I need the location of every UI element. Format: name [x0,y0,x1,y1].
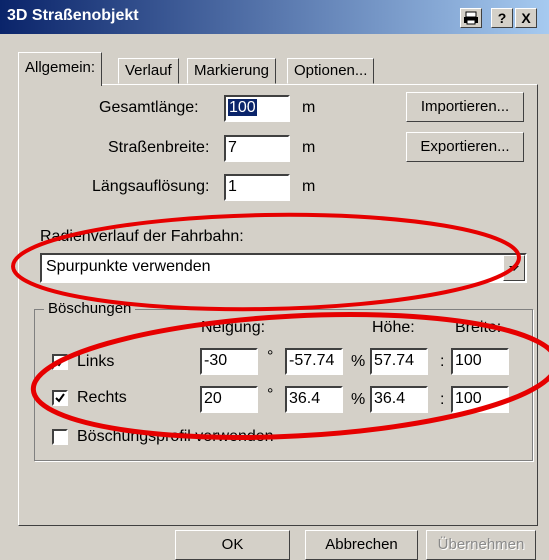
height-header: Höhe: [372,319,415,336]
width-header: Breite: [455,319,502,336]
resolution-unit: m [302,178,316,195]
chevron-down-icon[interactable] [503,255,525,281]
road-width-input[interactable]: 7 [224,135,290,162]
rechts-slope-deg-input[interactable]: 20 [200,386,258,413]
road-width-label: Straßenbreite: [108,139,210,156]
links-height-input[interactable]: 57.74 [370,348,428,375]
close-button[interactable]: X [515,8,537,28]
embankments-title: Böschungen [44,300,136,317]
profile-checkbox[interactable] [52,429,68,445]
radius-select-value: Spurpunkte verwenden [46,258,211,275]
rechts-checkbox[interactable] [52,390,68,406]
rechts-width-input[interactable]: 100 [451,386,509,413]
links-colon: : [440,353,445,370]
links-checkbox[interactable] [52,354,68,370]
tab-verlauf[interactable]: Verlauf [118,58,179,84]
window-title: 3D Straßenobjekt [7,7,139,24]
rechts-height-input[interactable]: 36.4 [370,386,428,413]
resolution-input[interactable]: 1 [224,174,290,201]
road-width-unit: m [302,139,316,156]
total-length-label: Gesamtlänge: [99,99,199,116]
tab-allgemein[interactable]: Allgemein: [18,52,103,86]
radius-label: Radienverlauf der Fahrbahn: [40,228,244,245]
cancel-button[interactable]: Abbrechen [305,530,418,560]
printer-icon[interactable] [460,8,482,28]
import-button[interactable]: Importieren... [406,92,524,122]
ok-button[interactable]: OK [175,530,290,560]
rechts-percent-symbol: % [351,391,366,408]
links-slope-deg-input[interactable]: -30 [200,348,258,375]
links-degree-symbol: ° [267,348,274,365]
help-button[interactable]: ? [491,8,513,28]
radius-select[interactable]: Spurpunkte verwenden [40,253,527,283]
profile-checkbox-label: Böschungsprofil verwenden [77,428,274,445]
tab-optionen[interactable]: Optionen... [287,58,375,84]
apply-button: Übernehmen [426,530,536,560]
links-label: Links [77,353,115,370]
rechts-degree-symbol: ° [267,386,274,403]
slope-header: Neigung: [201,319,266,336]
dialog-window: 3D Straßenobjekt ? X Allgemein: Verlauf … [0,0,549,560]
rechts-label: Rechts [77,389,127,406]
title-bar[interactable]: 3D Straßenobjekt ? X [0,0,549,34]
rechts-slope-pct-input[interactable]: 36.4 [285,386,343,413]
links-slope-pct-input[interactable]: -57.74 [285,348,343,375]
total-length-unit: m [302,99,316,116]
links-percent-symbol: % [351,353,366,370]
export-button[interactable]: Exportieren... [406,132,524,162]
rechts-colon: : [440,391,445,408]
tab-markierung[interactable]: Markierung [187,58,277,84]
links-width-input[interactable]: 100 [451,348,509,375]
resolution-label: Längsauflösung: [92,178,210,195]
total-length-input[interactable]: 100 [224,95,290,122]
